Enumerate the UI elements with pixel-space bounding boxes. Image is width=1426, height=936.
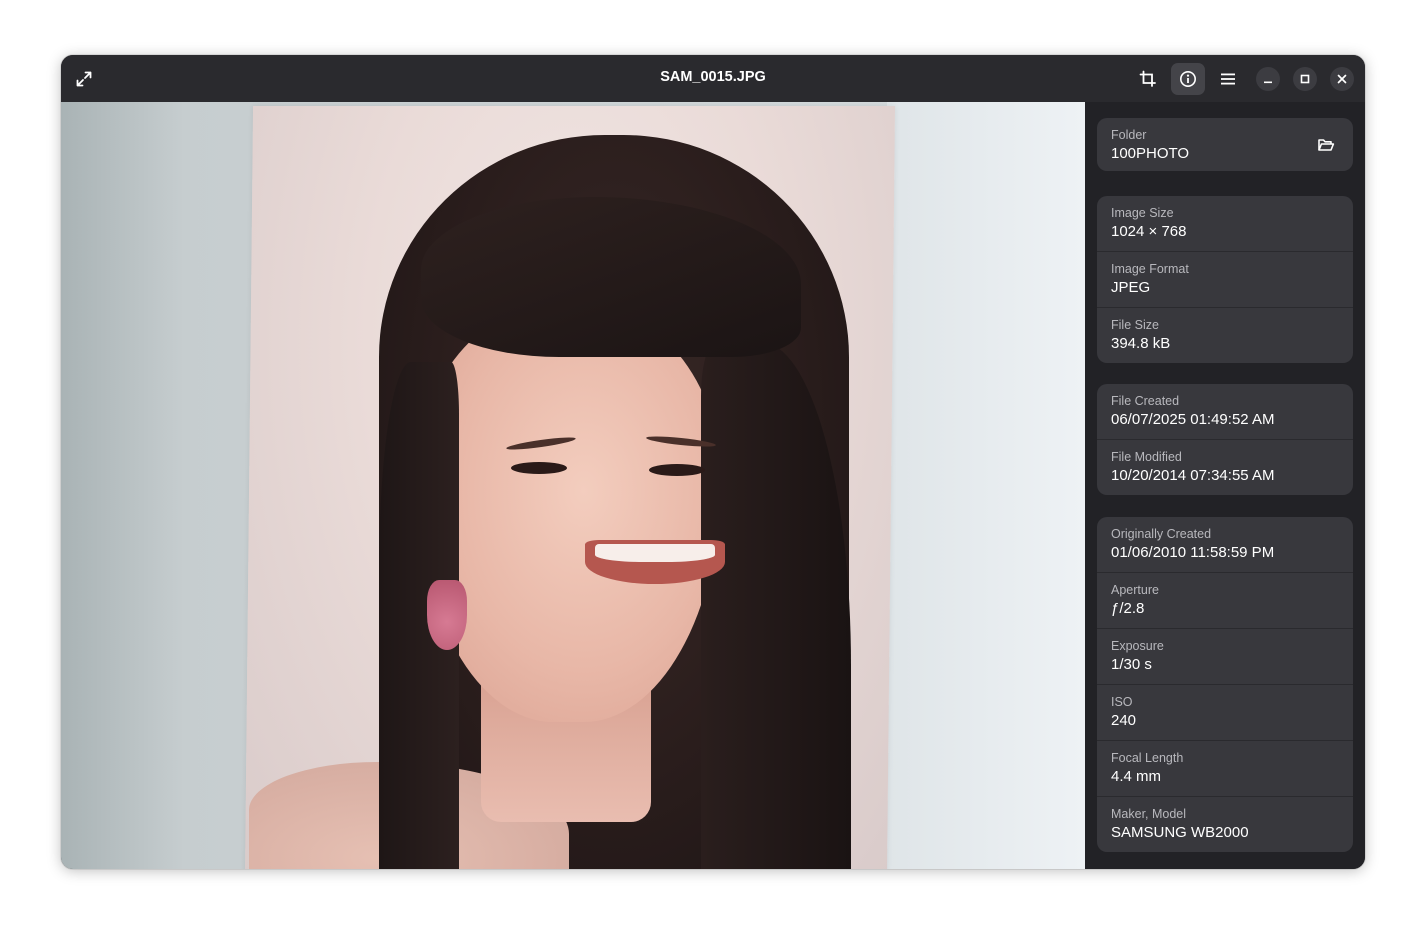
photo-earring (427, 580, 467, 650)
property-label: File Modified (1111, 450, 1182, 464)
window-title: SAM_0015.JPG (660, 69, 766, 85)
photo-face (416, 302, 721, 722)
property-value: 240 (1111, 712, 1137, 729)
property-row: Aperture ƒ/2.8 (1097, 572, 1353, 628)
folder-row: Folder 100PHOTO (1097, 118, 1353, 171)
property-label: Focal Length (1111, 751, 1184, 765)
property-value: JPEG (1111, 279, 1151, 296)
property-row: Focal Length 4.4 mm (1097, 740, 1353, 796)
property-label: Originally Created (1111, 527, 1212, 541)
dates-card: File Created 06/07/2025 01:49:52 AM File… (1097, 384, 1353, 495)
crop-icon (1139, 70, 1156, 87)
property-value: SAMSUNG WB2000 (1111, 824, 1249, 841)
property-row: Image Size 1024 × 768 (1097, 196, 1353, 251)
headerbar: SAM_0015.JPG (61, 55, 1365, 103)
folder-open-icon (1318, 139, 1335, 151)
property-label: Image Format (1111, 262, 1189, 276)
property-row: ISO 240 (1097, 684, 1353, 740)
property-value: 06/07/2025 01:49:52 AM (1111, 411, 1275, 428)
property-row: Maker, Model SAMSUNG WB2000 (1097, 796, 1353, 852)
property-label: ISO (1111, 695, 1133, 709)
photo-eye-left (511, 462, 567, 474)
image-viewer-window: SAM_0015.JPG Folder 100PHOTO Image Size … (61, 55, 1365, 869)
folder-card: Folder 100PHOTO (1097, 118, 1353, 171)
close-button[interactable] (1330, 67, 1354, 91)
main-menu-button[interactable] (1211, 63, 1245, 95)
property-row: File Modified 10/20/2014 07:34:55 AM (1097, 439, 1353, 495)
open-folder-button[interactable] (1313, 132, 1339, 158)
minimize-icon (1264, 81, 1272, 84)
info-icon (1180, 71, 1196, 87)
property-label: Exposure (1111, 639, 1164, 653)
property-row: Originally Created 01/06/2010 11:58:59 P… (1097, 517, 1353, 572)
image-canvas[interactable] (61, 102, 1085, 869)
property-label: File Created (1111, 394, 1180, 408)
photo-teeth (595, 544, 715, 562)
property-label: File Size (1111, 318, 1159, 332)
folder-value: 100PHOTO (1111, 145, 1190, 162)
property-value: 394.8 kB (1111, 335, 1171, 352)
property-value: 1/30 s (1111, 656, 1152, 673)
property-row: Exposure 1/30 s (1097, 628, 1353, 684)
property-value: 10/20/2014 07:34:55 AM (1111, 467, 1275, 484)
property-row: File Created 06/07/2025 01:49:52 AM (1097, 384, 1353, 439)
property-value: 01/06/2010 11:58:59 PM (1111, 544, 1275, 561)
close-icon (1337, 74, 1347, 84)
crop-button[interactable] (1131, 63, 1165, 95)
property-value: ƒ/2.8 (1111, 600, 1145, 617)
minimize-button[interactable] (1256, 67, 1280, 91)
property-row: File Size 394.8 kB (1097, 307, 1353, 363)
property-label: Aperture (1111, 583, 1159, 597)
property-value: 4.4 mm (1111, 768, 1162, 785)
property-value: 1024 × 768 (1111, 223, 1187, 240)
image-info-card: Image Size 1024 × 768 Image Format JPEG … (1097, 196, 1353, 363)
photo-eye-right (649, 464, 705, 476)
property-row: Image Format JPEG (1097, 251, 1353, 307)
maximize-button[interactable] (1293, 67, 1317, 91)
properties-toggle-button[interactable] (1171, 63, 1205, 95)
hamburger-menu-icon (1221, 73, 1235, 85)
exif-card: Originally Created 01/06/2010 11:58:59 P… (1097, 517, 1353, 852)
folder-label: Folder (1111, 128, 1147, 142)
property-label: Maker, Model (1111, 807, 1187, 821)
property-label: Image Size (1111, 206, 1174, 220)
photo-background (887, 102, 1085, 869)
properties-sidebar: Folder 100PHOTO Image Size 1024 × 768 Im… (1085, 102, 1365, 869)
maximize-icon (1300, 74, 1310, 84)
